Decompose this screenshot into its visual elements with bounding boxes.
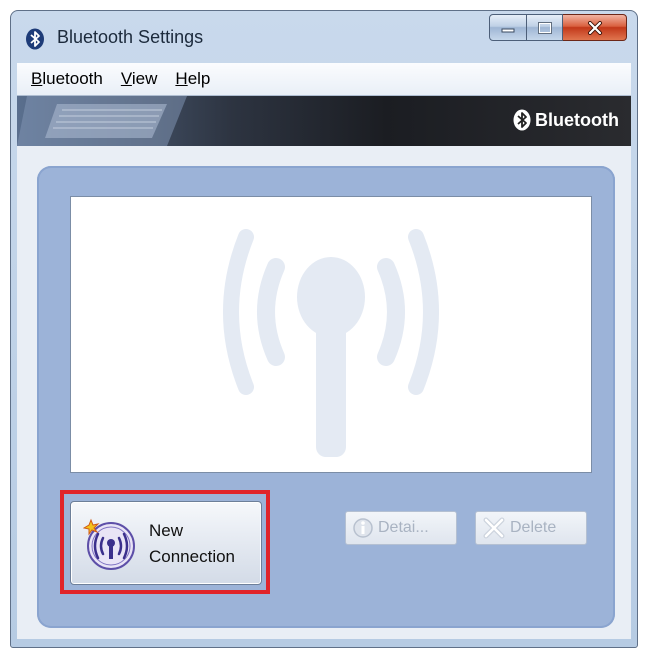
menu-label: elp bbox=[187, 69, 211, 88]
minimize-button[interactable] bbox=[489, 14, 527, 41]
menu-bar: Bluetooth View Help bbox=[17, 63, 631, 96]
device-list[interactable] bbox=[70, 196, 592, 473]
maximize-icon bbox=[537, 21, 552, 34]
minimize-icon bbox=[501, 28, 515, 32]
delete-label: Delete bbox=[510, 519, 557, 536]
bluetooth-settings-window: Bluetooth Settings Bluetooth View Help B… bbox=[10, 10, 638, 648]
info-icon bbox=[353, 518, 373, 538]
delete-button[interactable]: Delete bbox=[475, 511, 587, 545]
menu-view[interactable]: View bbox=[121, 69, 158, 89]
title-bar[interactable]: Bluetooth Settings bbox=[11, 11, 637, 63]
details-label: Detai... bbox=[378, 519, 429, 536]
menu-accel: B bbox=[31, 69, 43, 88]
bluetooth-icon bbox=[26, 28, 44, 50]
bluetooth-antenna-watermark-icon bbox=[223, 229, 439, 457]
maximize-button[interactable] bbox=[527, 14, 563, 41]
close-button[interactable] bbox=[563, 14, 627, 41]
devices-panel: New Connection Detai... Delete bbox=[37, 166, 615, 628]
menu-bluetooth[interactable]: Bluetooth bbox=[31, 69, 103, 89]
client-area: New Connection Detai... Delete bbox=[17, 146, 631, 639]
window-title: Bluetooth Settings bbox=[57, 27, 204, 47]
brand-text: Bluetooth bbox=[535, 109, 619, 130]
menu-help[interactable]: Help bbox=[175, 69, 210, 89]
menu-label: iew bbox=[131, 69, 158, 88]
details-button[interactable]: Detai... bbox=[345, 511, 457, 545]
laptop-graphic bbox=[17, 96, 187, 146]
caption-buttons bbox=[489, 14, 627, 42]
menu-accel: V bbox=[120, 69, 132, 88]
menu-label: luetooth bbox=[42, 69, 103, 88]
delete-x-icon bbox=[483, 517, 505, 539]
bluetooth-brand-logo: Bluetooth bbox=[513, 109, 619, 131]
menu-accel: H bbox=[175, 69, 188, 88]
close-icon bbox=[587, 20, 602, 35]
header-banner: Bluetooth bbox=[17, 96, 631, 146]
bluetooth-logo-icon bbox=[513, 109, 531, 131]
highlight-box bbox=[60, 490, 270, 594]
